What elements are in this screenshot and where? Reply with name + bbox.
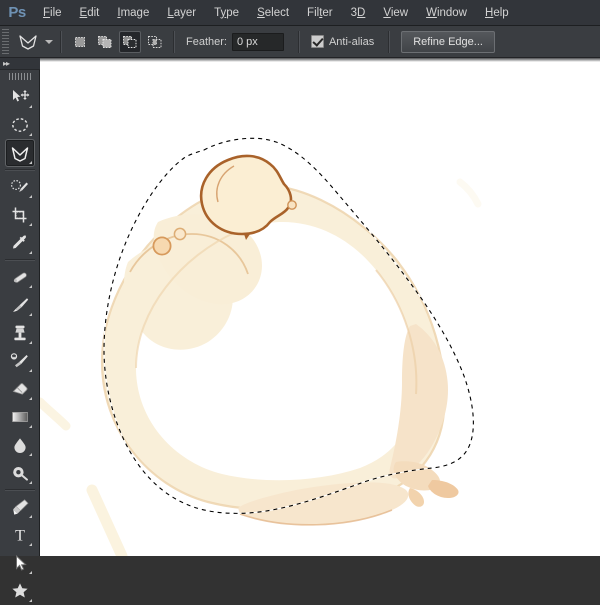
svg-text:T: T <box>15 528 25 544</box>
tool-flyout-corner-icon <box>28 105 32 108</box>
tool-brush[interactable] <box>5 291 35 319</box>
subtract-from-selection-button[interactable] <box>119 30 141 53</box>
menu-item-view[interactable]: View <box>374 0 417 26</box>
tool-spot-healing-brush[interactable] <box>5 263 35 291</box>
document-artboard[interactable] <box>40 62 600 556</box>
tool-blur[interactable] <box>5 431 35 459</box>
tool-custom-shape[interactable] <box>5 577 35 605</box>
feather-control: Feather: <box>186 32 284 51</box>
tool-list: T <box>0 83 39 605</box>
tool-flyout-corner-icon <box>28 195 32 198</box>
menu-item-3d[interactable]: 3D <box>342 0 375 26</box>
tool-flyout-corner-icon <box>28 515 32 518</box>
intersect-selection-button[interactable] <box>144 31 166 53</box>
tool-polygonal-lasso[interactable] <box>4 139 35 167</box>
feather-input[interactable] <box>231 32 284 51</box>
menu-item-file[interactable]: File <box>34 0 71 26</box>
photoshop-window: Ps File Edit Image Layer Type Select Fil… <box>0 0 600 602</box>
menu-item-help[interactable]: Help <box>476 0 518 26</box>
tool-dodge[interactable] <box>5 459 35 487</box>
menu-bar: Ps File Edit Image Layer Type Select Fil… <box>0 0 600 26</box>
tools-panel-grip[interactable] <box>0 70 40 83</box>
document-canvas[interactable] <box>40 58 600 556</box>
options-bar-grip[interactable] <box>2 28 9 55</box>
tools-panel: ▸▸ T <box>0 58 40 602</box>
tool-preset-picker[interactable] <box>43 39 53 44</box>
tool-flyout-corner-icon <box>28 313 32 316</box>
tool-flyout-corner-icon <box>28 161 32 164</box>
tool-flyout-corner-icon <box>28 481 32 484</box>
menu-item-edit[interactable]: Edit <box>71 0 109 26</box>
menu-item-window[interactable]: Window <box>417 0 476 26</box>
tool-flyout-corner-icon <box>28 571 32 574</box>
tool-crop[interactable] <box>5 201 35 229</box>
tool-eyedropper[interactable] <box>5 229 35 257</box>
options-divider-2 <box>173 30 175 53</box>
tool-path-selection[interactable] <box>5 549 35 577</box>
tool-flyout-corner-icon <box>28 133 32 136</box>
tool-flyout-corner-icon <box>28 425 32 428</box>
coffee-stain-artwork <box>40 137 482 556</box>
feather-label: Feather: <box>186 35 227 48</box>
toolbar-divider-3 <box>4 489 35 491</box>
tool-flyout-corner-icon <box>28 369 32 372</box>
menu-item-layer[interactable]: Layer <box>158 0 205 26</box>
toolbar-divider-1 <box>4 169 35 171</box>
tool-flyout-corner-icon <box>28 341 32 344</box>
add-to-selection-button[interactable] <box>94 31 116 53</box>
tool-gradient[interactable] <box>5 403 35 431</box>
options-bar: Feather: Anti-alias Refine Edge... <box>0 26 600 58</box>
tool-history-brush[interactable] <box>5 347 35 375</box>
menu-item-type[interactable]: Type <box>205 0 248 26</box>
options-divider-1 <box>60 30 62 53</box>
tool-flyout-corner-icon <box>28 397 32 400</box>
anti-alias-control[interactable]: Anti-alias <box>310 35 375 48</box>
tool-flyout-corner-icon <box>28 453 32 456</box>
photoshop-logo: Ps <box>8 4 26 21</box>
tool-flyout-corner-icon <box>28 543 32 546</box>
selection-mode-group <box>69 30 166 53</box>
tool-flyout-corner-icon <box>28 251 32 254</box>
tool-elliptical-marquee[interactable] <box>5 111 35 139</box>
tools-panel-header[interactable]: ▸▸ <box>0 58 40 70</box>
menu-item-filter[interactable]: Filter <box>298 0 342 26</box>
tool-eraser[interactable] <box>5 375 35 403</box>
tool-clone-stamp[interactable] <box>5 319 35 347</box>
options-divider-4 <box>388 30 391 53</box>
chevron-down-icon <box>45 39 53 44</box>
anti-alias-checkbox[interactable] <box>310 35 324 48</box>
menu-item-select[interactable]: Select <box>248 0 298 26</box>
coffee-ring-stain <box>100 183 459 526</box>
active-tool-preset-icon[interactable] <box>13 30 43 54</box>
double-chevron-icon[interactable]: ▸▸ <box>3 59 10 68</box>
tool-pen[interactable] <box>5 493 35 521</box>
new-selection-button[interactable] <box>69 31 91 53</box>
tool-horizontal-type[interactable]: T <box>5 521 35 549</box>
toolbar-divider-2 <box>4 259 35 261</box>
options-divider-3 <box>297 30 300 53</box>
tool-quick-selection[interactable] <box>5 173 35 201</box>
refine-edge-button[interactable]: Refine Edge... <box>401 30 495 53</box>
tool-move[interactable] <box>5 83 35 111</box>
menu-item-image[interactable]: Image <box>108 0 158 26</box>
anti-alias-label: Anti-alias <box>328 35 375 48</box>
tool-flyout-corner-icon <box>28 599 32 602</box>
tool-flyout-corner-icon <box>28 223 32 226</box>
tool-flyout-corner-icon <box>28 285 32 288</box>
